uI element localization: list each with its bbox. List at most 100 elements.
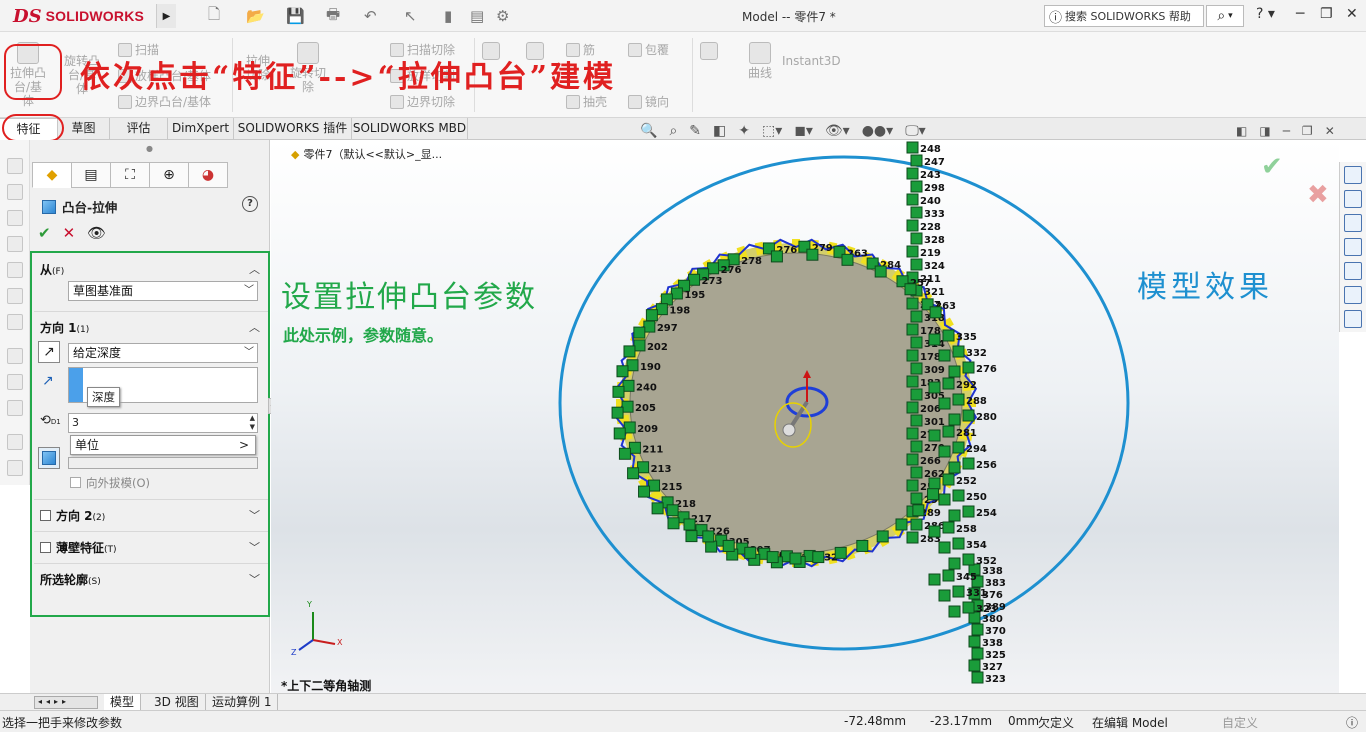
relation-badge-icon[interactable] [948, 557, 961, 570]
end-condition-select[interactable]: 给定深度 ﹀ [68, 343, 258, 363]
relation-badge-icon[interactable] [645, 309, 658, 322]
relation-badge-icon[interactable] [938, 589, 951, 602]
relation-badge-icon[interactable] [627, 467, 640, 480]
relation-badge-icon[interactable] [744, 546, 757, 559]
relation-badge-icon[interactable] [876, 530, 889, 543]
design-library-icon[interactable] [1344, 190, 1362, 208]
print-icon[interactable]: 🖶 [326, 5, 340, 26]
thin-feature-checkbox[interactable] [40, 542, 51, 553]
tab-evaluate[interactable]: 评估 [110, 118, 168, 140]
relation-badge-icon[interactable] [962, 457, 975, 470]
strip-feature-icon[interactable] [7, 236, 23, 252]
tab-3d-view[interactable]: 3D 视图 [148, 694, 206, 711]
strip-feature-icon[interactable] [7, 158, 23, 174]
relation-badge-icon[interactable] [651, 502, 664, 515]
appearances-icon[interactable] [1344, 262, 1362, 280]
strip-feature-icon[interactable] [7, 314, 23, 330]
relation-badge-icon[interactable] [643, 320, 656, 333]
relation-badge-icon[interactable] [929, 306, 942, 319]
relation-badge-icon[interactable] [906, 167, 919, 180]
file-explorer-icon[interactable] [1344, 214, 1362, 232]
depth-input[interactable]: 3 ▲ ▼ [68, 413, 258, 433]
model-graphics[interactable]: 2482472432982403332283282193242113212173… [271, 140, 1339, 696]
relation-badge-icon[interactable] [928, 381, 941, 394]
relation-badge-icon[interactable] [910, 414, 923, 427]
relation-badge-icon[interactable] [962, 505, 975, 518]
relation-badge-icon[interactable] [928, 477, 941, 490]
relation-badge-icon[interactable] [952, 441, 965, 454]
relation-badge-icon[interactable] [948, 605, 961, 618]
draft-angle-input[interactable] [68, 457, 258, 469]
spin-stepper-icon[interactable]: ▲ ▼ [250, 414, 255, 432]
strip-feature-icon[interactable] [7, 184, 23, 200]
relation-badge-icon[interactable] [962, 601, 975, 614]
chevron-down-icon[interactable]: ﹀ [249, 507, 260, 523]
relation-badge-icon[interactable] [683, 518, 696, 531]
curves-button[interactable]: 曲线 [738, 42, 782, 80]
relation-badge-icon[interactable] [938, 541, 951, 554]
help-search-input[interactable]: ⓘ 搜索 SOLIDWORKS 帮助 [1044, 5, 1204, 27]
relation-badge-icon[interactable] [904, 283, 917, 296]
relation-badge-icon[interactable] [968, 659, 981, 672]
relation-badge-icon[interactable] [633, 326, 646, 339]
zoom-area-icon[interactable]: ⌕ [669, 123, 677, 139]
viewport-close-icon[interactable]: ✕ [1325, 124, 1335, 138]
view-orientation-icon[interactable]: ⬚▾ [762, 123, 782, 139]
relation-badge-icon[interactable] [912, 504, 925, 517]
save-icon[interactable]: 💾 [286, 6, 305, 26]
relation-badge-icon[interactable] [910, 466, 923, 479]
pm-help-button[interactable]: ? [242, 196, 258, 212]
relation-badge-icon[interactable] [942, 377, 955, 390]
relation-badge-icon[interactable] [938, 397, 951, 410]
relation-badge-icon[interactable] [906, 531, 919, 544]
collapse-right-icon[interactable]: ◨ [1259, 124, 1270, 138]
solidworks-logo[interactable]: DS SOLIDWORKS [13, 5, 144, 27]
relation-badge-icon[interactable] [906, 245, 919, 258]
relation-badge-icon[interactable] [942, 521, 955, 534]
relation-badge-icon[interactable] [962, 409, 975, 422]
rebuild-icon[interactable]: ▮ [444, 6, 452, 26]
relation-badge-icon[interactable] [666, 504, 679, 517]
relation-badge-icon[interactable] [766, 551, 779, 564]
from-group-header[interactable]: 从(F) [40, 261, 64, 278]
new-document-icon[interactable]: 🗋 [208, 5, 220, 26]
thin-feature-group-header[interactable]: 薄壁特征(T) [40, 539, 117, 556]
relation-badge-icon[interactable] [938, 493, 951, 506]
relation-badge-icon[interactable] [841, 253, 854, 266]
relation-badge-icon[interactable] [942, 329, 955, 342]
view-settings-icon[interactable]: 🖵▾ [905, 123, 926, 139]
relation-badge-icon[interactable] [670, 287, 683, 300]
relation-badge-icon[interactable] [910, 362, 923, 375]
reference-geometry-icon[interactable] [700, 42, 718, 62]
direction2-group-header[interactable]: 方向 2(2) [40, 507, 105, 524]
cancel-x-icon[interactable]: ✕ [63, 224, 76, 242]
direction2-checkbox[interactable] [40, 510, 51, 521]
relation-badge-icon[interactable] [942, 425, 955, 438]
section-view-icon[interactable]: ◧ [713, 123, 726, 139]
chevron-up-icon[interactable]: ︿ [249, 261, 260, 277]
relation-badge-icon[interactable] [707, 262, 720, 275]
relation-badge-icon[interactable] [928, 333, 941, 346]
tab-addins[interactable]: SOLIDWORKS 插件 [234, 118, 352, 140]
relation-badge-icon[interactable] [702, 530, 715, 543]
relation-badge-icon[interactable] [834, 546, 847, 559]
relation-badge-icon[interactable] [910, 440, 923, 453]
relation-badge-icon[interactable] [942, 473, 955, 486]
relation-badge-icon[interactable] [770, 250, 783, 263]
relation-badge-icon[interactable] [927, 488, 940, 501]
relation-badge-icon[interactable] [874, 265, 887, 278]
relation-badge-icon[interactable] [895, 518, 908, 531]
tab-model[interactable]: 模型 [104, 694, 142, 711]
relation-badge-icon[interactable] [633, 339, 646, 352]
help-question-icon[interactable]: ? ▾ [1256, 6, 1275, 22]
relation-badge-icon[interactable] [906, 401, 919, 414]
from-select[interactable]: 草图基准面 ﹀ [68, 281, 258, 301]
strip-feature-icon[interactable] [7, 460, 23, 476]
display-manager-tab[interactable]: ◕ [188, 162, 228, 188]
strip-feature-icon[interactable] [7, 434, 23, 450]
file-properties-icon[interactable]: ▤ [470, 6, 484, 26]
relation-badge-icon[interactable] [612, 385, 625, 398]
relation-badge-icon[interactable] [626, 359, 639, 372]
relation-badge-icon[interactable] [952, 489, 965, 502]
relation-badge-icon[interactable] [910, 232, 923, 245]
